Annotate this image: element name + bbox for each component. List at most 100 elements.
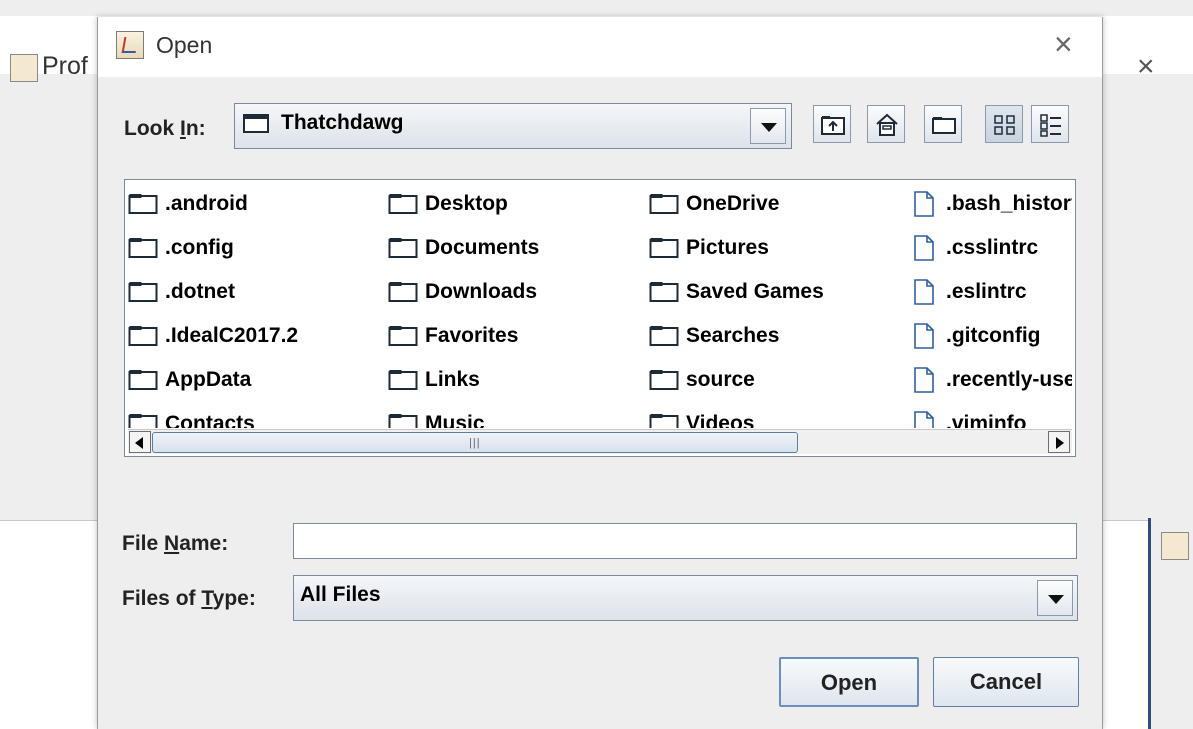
look-in-value: Thatchdawg <box>281 111 404 134</box>
file-list-item[interactable]: .bash_history <box>908 188 1072 220</box>
file-name-text: .bash_history <box>946 192 1072 215</box>
folder-icon <box>648 280 680 304</box>
file-name-text: .eslintrc <box>946 280 1027 303</box>
second-background-window <box>1148 518 1193 729</box>
up-one-level-button[interactable] <box>813 105 851 143</box>
folder-list-item[interactable]: Links <box>387 364 480 396</box>
file-name-label-prefix: File <box>122 532 165 555</box>
folder-list-item[interactable]: Contacts <box>127 408 255 428</box>
files-of-type-label-prefix: Files of <box>122 587 202 610</box>
open-button[interactable]: Open <box>779 657 919 707</box>
java-app-icon <box>1161 532 1189 560</box>
folder-list-item[interactable]: Downloads <box>387 276 537 308</box>
files-of-type-label-suffix: ype: <box>212 587 256 610</box>
file-name-text: .android <box>165 192 248 215</box>
file-icon <box>908 411 940 428</box>
folder-icon <box>648 236 680 260</box>
home-button[interactable] <box>867 105 905 143</box>
folder-list-item[interactable]: AppData <box>127 364 251 396</box>
file-name-text: Saved Games <box>686 280 824 303</box>
scrollbar-thumb[interactable]: ||| <box>152 432 798 453</box>
folder-icon <box>387 368 419 392</box>
file-name-label: File Name: <box>122 532 228 556</box>
file-name-input[interactable] <box>293 523 1077 559</box>
folder-list-item[interactable]: source <box>648 364 755 396</box>
scrollbar-grip-icon: ||| <box>469 437 481 449</box>
file-name-text: OneDrive <box>686 192 780 215</box>
file-icon <box>908 191 940 217</box>
file-name-text: .recently-used <box>946 368 1072 391</box>
folder-list-item[interactable]: Saved Games <box>648 276 824 308</box>
file-name-text: Downloads <box>425 280 538 303</box>
folder-icon <box>127 192 159 216</box>
folder-icon <box>648 324 680 348</box>
scroll-right-button[interactable] <box>1048 431 1070 453</box>
cancel-button[interactable]: Cancel <box>933 657 1079 707</box>
file-name-text: Documents <box>425 236 540 259</box>
details-view-icon <box>1040 114 1061 137</box>
folder-list-item[interactable]: Pictures <box>648 232 769 264</box>
folder-list-item[interactable]: .android <box>127 188 248 220</box>
java-app-icon <box>116 31 144 59</box>
folder-list-item[interactable]: Music <box>387 408 485 428</box>
folder-icon <box>387 280 419 304</box>
list-view-button[interactable] <box>985 105 1023 143</box>
list-view-icon <box>994 115 1015 135</box>
folder-list-item[interactable]: Favorites <box>387 320 518 352</box>
file-name-text: Pictures <box>686 236 769 259</box>
file-list-item[interactable]: .gitconfig <box>908 320 1040 352</box>
file-name-text: .dotnet <box>165 280 235 303</box>
java-app-icon <box>10 54 38 82</box>
folder-icon <box>387 192 419 216</box>
file-column: .bash_history .csslintrc .eslintrc .gitconf… <box>908 180 1072 428</box>
file-name-text: Links <box>425 368 480 391</box>
folder-icon <box>127 412 159 428</box>
file-name-text: .IdealC2017.2 <box>165 324 299 347</box>
file-list-item[interactable]: .eslintrc <box>908 276 1027 308</box>
files-of-type-combo[interactable]: All Files <box>293 575 1078 621</box>
file-name-text: .viminfo <box>946 412 1027 428</box>
new-folder-button[interactable] <box>924 105 962 143</box>
background-close-icon[interactable]: × <box>1137 52 1155 82</box>
file-list-item[interactable]: .viminfo <box>908 408 1027 428</box>
file-name-label-mnemonic: N <box>164 532 180 555</box>
file-name-text: .csslintrc <box>946 236 1039 259</box>
scroll-left-button[interactable] <box>129 431 151 453</box>
file-name-text: Searches <box>686 324 780 347</box>
folder-list-item[interactable]: .config <box>127 232 234 264</box>
folder-list-item[interactable]: Documents <box>387 232 539 264</box>
file-list-pane[interactable]: .android .config .dotnet .IdealC2017.2 AppDa… <box>124 179 1076 457</box>
dialog-title: Open <box>156 32 213 58</box>
file-name-text: .gitconfig <box>946 324 1041 347</box>
dialog-titlebar: Open × <box>98 17 1102 77</box>
folder-list-item[interactable]: Desktop <box>387 188 508 220</box>
horizontal-scrollbar[interactable]: ||| <box>128 429 1072 454</box>
folder-list-item[interactable]: Videos <box>648 408 754 428</box>
file-list-item[interactable]: .recently-used <box>908 364 1072 396</box>
files-of-type-dropdown-arrow[interactable] <box>1037 580 1073 616</box>
folder-list-item[interactable]: .IdealC2017.2 <box>127 320 298 352</box>
home-icon <box>876 113 898 136</box>
details-view-button[interactable] <box>1031 105 1069 143</box>
folder-icon <box>648 368 680 392</box>
close-icon[interactable]: × <box>1054 27 1073 61</box>
files-of-type-value: All Files <box>300 583 381 606</box>
folder-list-item[interactable]: Searches <box>648 320 779 352</box>
file-icon <box>908 279 940 305</box>
file-name-text: AppData <box>165 368 252 391</box>
look-in-dropdown-arrow[interactable] <box>750 108 786 144</box>
folder-icon <box>648 412 680 428</box>
folder-icon <box>127 324 159 348</box>
folder-icon <box>127 280 159 304</box>
files-of-type-label: Files of Type: <box>122 587 256 611</box>
look-in-combo[interactable]: Thatchdawg <box>234 103 792 149</box>
file-name-text: Contacts <box>165 412 255 428</box>
folder-list-item[interactable]: OneDrive <box>648 188 779 220</box>
folder-icon <box>387 324 419 348</box>
folder-list-item[interactable]: .dotnet <box>127 276 235 308</box>
folder-icon <box>387 412 419 428</box>
file-name-text: Desktop <box>425 192 508 215</box>
folder-icon <box>648 192 680 216</box>
file-list-item[interactable]: .csslintrc <box>908 232 1038 264</box>
folder-icon <box>127 368 159 392</box>
